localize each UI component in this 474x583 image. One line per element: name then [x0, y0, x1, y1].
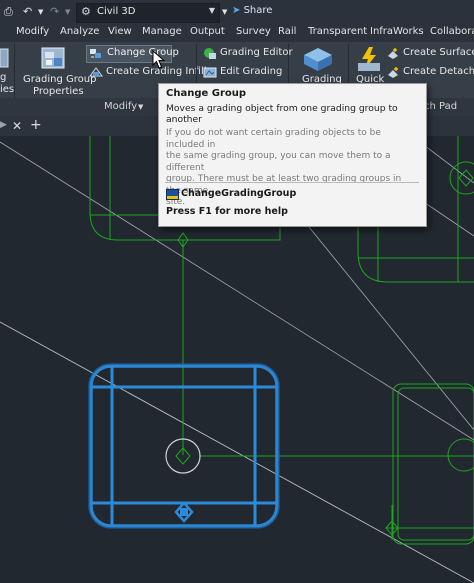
- left-cut-label-2[interactable]: ies: [0, 84, 14, 95]
- redo-dropdown-icon[interactable]: ▼: [65, 8, 70, 16]
- tab-cut-icon: ▶: [0, 120, 7, 130]
- menu-item-modify[interactable]: Modify: [16, 26, 49, 37]
- create-grading-infill-icon: [89, 67, 103, 77]
- modify-panel-chevron-icon[interactable]: ▼: [138, 103, 143, 111]
- menu-item-analyze[interactable]: Analyze: [60, 26, 99, 37]
- workspace-selector[interactable]: ⚙ Civil 3D ▼: [76, 3, 220, 23]
- redo-icon[interactable]: ↷: [50, 5, 59, 18]
- tooltip-description: Moves a grading object from one grading …: [166, 103, 398, 125]
- menu-item-manage[interactable]: Manage: [142, 26, 182, 37]
- grading-volume-icon: [304, 48, 332, 71]
- command-line-icon: [166, 189, 179, 200]
- share-button[interactable]: ➤ Share: [232, 5, 272, 16]
- tooltip-body-line: If you do not want certain grading objec…: [166, 128, 381, 150]
- change-group-icon: [90, 49, 101, 58]
- menu-bar: Modify Analyze View Manage Output Survey…: [0, 24, 474, 42]
- menu-item-rail[interactable]: Rail: [278, 26, 296, 37]
- left-cut-label-1[interactable]: g: [0, 72, 6, 83]
- tooltip-body-line: the same grading group, you can move the…: [166, 151, 391, 173]
- grading-editor-icon: [204, 48, 216, 59]
- change-group-tooltip: Change Group Moves a grading object from…: [158, 83, 427, 227]
- share-icon: ➤: [232, 5, 241, 16]
- undo-dropdown-icon[interactable]: ▼: [38, 8, 43, 16]
- menu-item-transparent[interactable]: Transparent: [308, 26, 367, 37]
- tooltip-help: Press F1 for more help: [166, 206, 288, 217]
- menu-item-collaborate[interactable]: Collaborat: [430, 26, 474, 37]
- chevron-down-icon: ▼: [208, 6, 215, 15]
- grading-group-properties-icon: [41, 47, 65, 69]
- create-detached-button[interactable]: Create Detached: [403, 66, 474, 77]
- selected-grading-object[interactable]: [88, 363, 280, 529]
- create-detached-surface-icon: [388, 67, 398, 78]
- quick-profile-icon: [358, 47, 380, 71]
- close-tab-icon[interactable]: ✕: [12, 119, 22, 133]
- create-surface-button[interactable]: Create Surface: [403, 47, 474, 58]
- properties-icon: [0, 48, 9, 68]
- change-group-label: Change Group: [107, 47, 179, 58]
- tooltip-command: ChangeGradingGroup: [181, 188, 297, 199]
- pad-panel-title[interactable]: ch Pad: [424, 101, 457, 112]
- new-tab-button[interactable]: +: [30, 117, 42, 133]
- grading-object[interactable]: [385, 383, 474, 545]
- tooltip-divider: [165, 182, 419, 183]
- menu-item-output[interactable]: Output: [190, 26, 225, 37]
- qat-dropdown-icon[interactable]: ▼: [222, 8, 227, 16]
- create-surface-icon: [388, 48, 398, 59]
- menu-item-infraworks[interactable]: InfraWorks: [370, 26, 424, 37]
- modify-panel-title[interactable]: Modify: [104, 101, 137, 112]
- tooltip-title: Change Group: [166, 88, 247, 99]
- grading-group-properties-label-2: Properties: [33, 86, 84, 97]
- workspace-label: Civil 3D: [97, 6, 136, 17]
- gear-icon: ⚙: [81, 5, 91, 18]
- grading-group-properties-label-1: Grading Group: [23, 74, 97, 85]
- quick-access-toolbar: ⎙ ↶ ▼ ↷ ▼ ⚙ Civil 3D ▼ ▼ ➤ Share: [0, 0, 474, 24]
- menu-item-survey[interactable]: Survey: [236, 26, 271, 37]
- share-label: Share: [243, 5, 273, 16]
- print-icon[interactable]: ⎙: [4, 5, 13, 19]
- grading-editor-button[interactable]: Grading Editor: [220, 47, 293, 58]
- edit-grading-button[interactable]: Edit Grading: [220, 66, 282, 77]
- menu-item-view[interactable]: View: [108, 26, 132, 37]
- mouse-cursor-icon: [152, 50, 166, 69]
- undo-icon[interactable]: ↶: [23, 5, 32, 18]
- edit-grading-icon: [203, 67, 217, 78]
